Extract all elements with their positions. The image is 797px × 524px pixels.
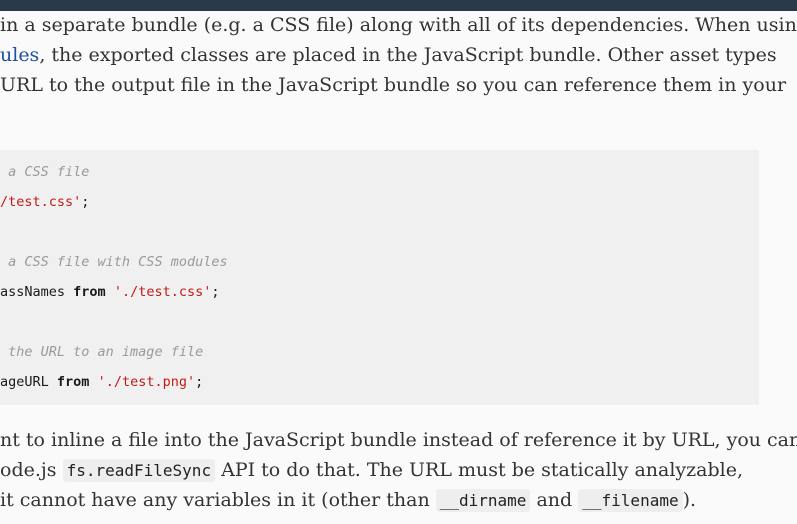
- inline-line-1: nt to inline a file into the JavaScript …: [0, 429, 797, 451]
- inline-line-3-pre: it cannot have any variables in it (othe…: [0, 489, 430, 511]
- semicolon: ;: [81, 194, 90, 210]
- comment-css-file: a CSS file: [8, 164, 90, 180]
- semicolon: ;: [195, 374, 204, 390]
- keyword-from: from: [56, 374, 90, 390]
- code-line-2: assNames from './test.css';: [0, 282, 220, 302]
- intro-line-2-text: , the exported classes are placed in the…: [39, 44, 777, 66]
- identifier-classnames: assNames: [0, 284, 66, 300]
- code-comment-1: a CSS file: [0, 162, 89, 182]
- semicolon: ;: [211, 284, 220, 300]
- string-test-css: /test.css': [0, 194, 82, 210]
- string-test-png: './test.png': [97, 374, 196, 390]
- code-comment-3: the URL to an image file: [0, 342, 203, 362]
- inline-line-2-pre: ode.js: [0, 459, 57, 481]
- inline-line-2: ode.js fs.readFileSync API to do that. T…: [0, 455, 797, 485]
- inline-line-2-post: API to do that. The URL must be statical…: [221, 459, 744, 481]
- comment-css-modules: a CSS file with CSS modules: [8, 254, 228, 270]
- keyword-from: from: [73, 284, 106, 300]
- identifier-imageurl: ageURL: [0, 374, 49, 390]
- inline-line-3: it cannot have any variables in it (othe…: [0, 485, 797, 515]
- string-test-css-module: './test.css': [113, 284, 212, 300]
- intro-line-3: URL to the output file in the JavaScript…: [0, 74, 787, 96]
- inline-paragraph: nt to inline a file into the JavaScript …: [0, 425, 797, 515]
- intro-line-2: ules, the exported classes are placed in…: [0, 40, 797, 70]
- code-line-3: ageURL from './test.png';: [0, 372, 203, 392]
- inline-line-3-mid: and: [536, 489, 573, 511]
- intro-line-1: in a separate bundle (e.g. a CSS file) a…: [0, 14, 797, 36]
- comment-image-url: the URL to an image file: [8, 344, 204, 360]
- code-comment-2: a CSS file with CSS modules: [0, 252, 228, 272]
- inline-code-readfilesync: fs.readFileSync: [62, 459, 216, 482]
- css-modules-link[interactable]: ules: [0, 44, 39, 66]
- intro-paragraph: in a separate bundle (e.g. a CSS file) a…: [0, 10, 797, 100]
- inline-code-dirname: __dirname: [435, 489, 531, 512]
- inline-line-3-post: ).: [682, 489, 697, 511]
- code-line-1: /test.css';: [0, 192, 89, 212]
- code-block: a CSS file /test.css'; a CSS file with C…: [0, 150, 759, 405]
- inline-code-filename: __filename: [578, 489, 683, 512]
